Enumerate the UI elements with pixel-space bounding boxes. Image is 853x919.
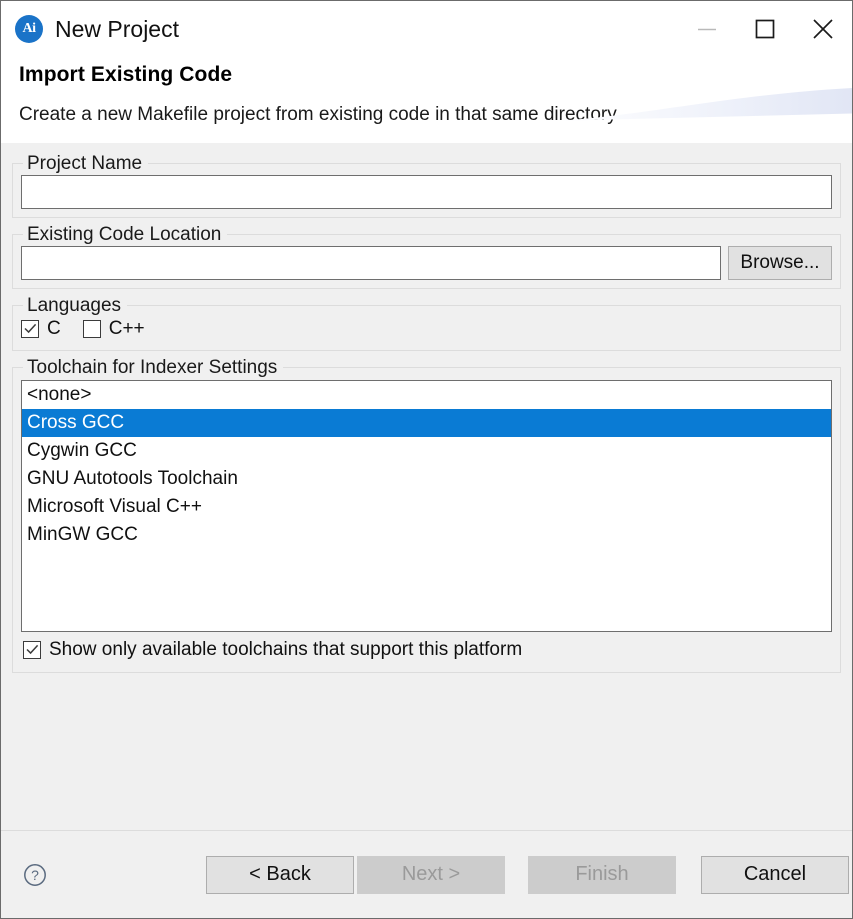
toolchain-item-cygwin-gcc[interactable]: Cygwin GCC	[22, 437, 831, 465]
existing-code-location-input[interactable]	[21, 245, 721, 280]
app-icon: Ai	[15, 15, 43, 43]
toolchain-legend: Toolchain for Indexer Settings	[27, 356, 278, 378]
location-row: Browse...	[21, 245, 832, 280]
next-button[interactable]: Next >	[357, 855, 505, 894]
finish-button[interactable]: Finish	[528, 855, 676, 894]
toolchain-item-gnu-autotools[interactable]: GNU Autotools Toolchain	[22, 465, 831, 493]
languages-legend: Languages	[27, 294, 122, 316]
language-c-checkbox[interactable]	[21, 319, 39, 338]
show-only-toolchains-checkbox[interactable]	[23, 640, 41, 659]
dialog-header: Import Existing Code Create a new Makefi…	[1, 57, 852, 143]
minimize-icon	[698, 28, 716, 31]
existing-code-location-legend: Existing Code Location	[27, 223, 222, 245]
project-name-legend: Project Name	[27, 152, 143, 174]
help-circle-icon: ?	[24, 863, 46, 886]
page-title: Import Existing Code	[19, 63, 233, 86]
toolchain-item-mingw-gcc[interactable]: MinGW GCC	[22, 521, 831, 549]
maximize-button[interactable]	[736, 1, 794, 57]
toolchain-item-none[interactable]: <none>	[22, 381, 831, 409]
window-controls	[678, 1, 852, 57]
languages-row: C C++	[21, 317, 832, 342]
language-cpp-label: C++	[108, 317, 145, 339]
close-button[interactable]	[794, 1, 852, 57]
existing-code-location-group: Existing Code Location Browse...	[12, 223, 841, 289]
footer-buttons: < Back Next > Finish Cancel	[206, 855, 849, 894]
title-bar: Ai New Project	[1, 1, 852, 57]
svg-text:?: ?	[31, 867, 39, 883]
toolchain-list[interactable]: <none> Cross GCC Cygwin GCC GNU Autotool…	[21, 379, 832, 632]
language-c-label: C	[47, 317, 61, 339]
checkmark-icon	[25, 644, 38, 655]
toolchain-group: Toolchain for Indexer Settings <none> Cr…	[12, 356, 841, 673]
help-button[interactable]: ?	[23, 863, 47, 887]
back-button[interactable]: < Back	[206, 855, 354, 894]
cancel-button[interactable]: Cancel	[701, 855, 849, 894]
checkmark-icon	[23, 323, 36, 334]
minimize-button[interactable]	[678, 1, 736, 57]
maximize-icon	[755, 19, 775, 39]
language-cpp-checkbox[interactable]	[82, 319, 101, 338]
close-icon	[813, 19, 833, 39]
dialog-footer: ? < Back Next > Finish Cancel	[1, 830, 852, 918]
project-name-input[interactable]	[21, 174, 832, 209]
show-only-toolchains-label: Show only available toolchains that supp…	[49, 638, 523, 660]
page-description: Create a new Makefile project from exist…	[19, 104, 617, 125]
show-only-row: Show only available toolchains that supp…	[21, 632, 832, 664]
toolchain-item-msvc[interactable]: Microsoft Visual C++	[22, 493, 831, 521]
new-project-dialog: Ai New Project Import Existing Code Crea…	[0, 0, 853, 919]
languages-group: Languages C C++	[12, 294, 841, 351]
browse-button[interactable]: Browse...	[728, 245, 832, 280]
project-name-group: Project Name	[12, 152, 841, 218]
window-title: New Project	[55, 15, 179, 42]
dialog-content: Project Name Existing Code Location Brow…	[1, 142, 852, 830]
toolchain-item-cross-gcc[interactable]: Cross GCC	[22, 408, 831, 437]
